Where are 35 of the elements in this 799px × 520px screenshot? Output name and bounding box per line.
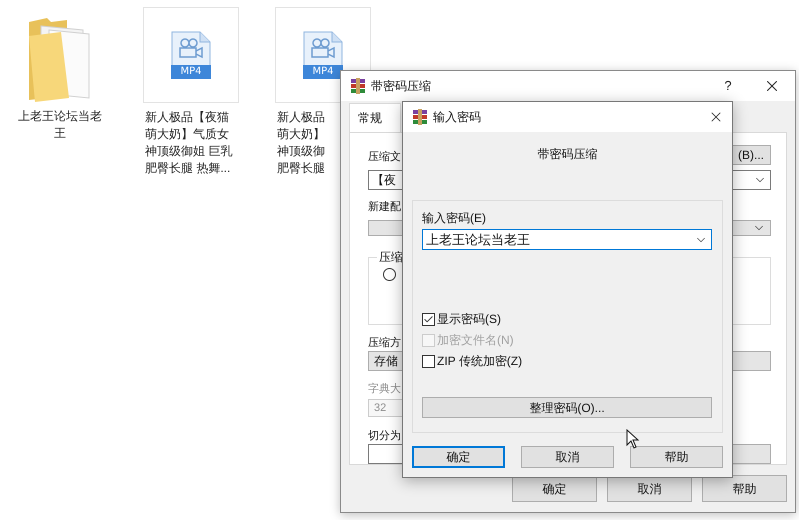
- field-label: 新建配: [368, 200, 401, 215]
- checkbox-option[interactable]: 显示密码(S): [422, 312, 712, 326]
- field-label: 输入密码(E): [422, 210, 486, 226]
- file-type-badge: MP4: [303, 65, 343, 79]
- file-name[interactable]: 新人极品【夜猫萌大奶】气质女神顶级御姐 巨乳肥臀长腿 热舞...: [145, 109, 237, 177]
- file-name-line[interactable]: 肥臀长腿: [277, 160, 325, 177]
- help-button[interactable]: ?: [718, 76, 738, 96]
- manage-passwords-button[interactable]: 整理密码(O)...: [422, 397, 712, 418]
- file-name[interactable]: 上老王论坛当老王: [14, 108, 106, 142]
- checkbox[interactable]: [422, 312, 435, 326]
- mouse-pointer-icon: [626, 429, 640, 450]
- file-type-badge: MP4: [171, 65, 211, 79]
- window-title: 带密码压缩: [371, 78, 432, 95]
- check-icon: [423, 314, 434, 324]
- archive-app-icon: [350, 78, 366, 94]
- window-title: 输入密码: [433, 109, 482, 126]
- field-label: 压缩文: [368, 150, 401, 165]
- group-label: 压缩: [378, 249, 404, 266]
- checkbox[interactable]: [422, 354, 435, 368]
- dialog-button[interactable]: 帮助: [702, 475, 787, 502]
- tab[interactable]: 常规: [349, 103, 401, 132]
- field-label: 压缩方: [368, 336, 401, 350]
- file-name-line[interactable]: 萌大奶】: [277, 126, 325, 143]
- password-field[interactable]: 上老王论坛当老王: [422, 229, 712, 250]
- archive-app-icon: [412, 109, 428, 125]
- file-name-line[interactable]: 新人极品: [277, 109, 325, 126]
- file-name-line[interactable]: 神顶级御: [277, 143, 325, 160]
- radio-button[interactable]: [383, 268, 396, 281]
- field-label: 字典大: [368, 382, 401, 396]
- dialog-button[interactable]: 帮助: [630, 446, 724, 468]
- dialog-button[interactable]: 取消: [521, 446, 614, 468]
- checkbox-option[interactable]: ZIP 传统加密(Z): [422, 354, 712, 368]
- field-label: 切分为: [368, 429, 401, 444]
- dialog-button[interactable]: 确定: [412, 446, 506, 468]
- dialog-heading: 带密码压缩: [538, 146, 598, 163]
